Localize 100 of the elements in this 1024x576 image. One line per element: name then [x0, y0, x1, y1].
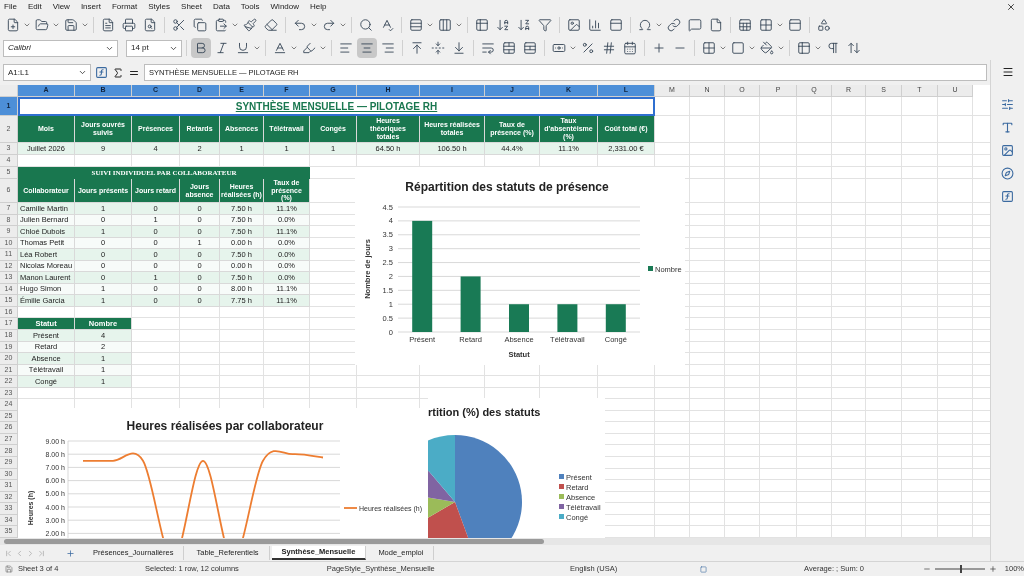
- pivot-table-icon: [609, 18, 623, 32]
- chart-title: rtition (%) des statuts: [428, 406, 541, 418]
- bar: [460, 276, 481, 332]
- caret-icon: [655, 21, 663, 29]
- sort-ascending-icon: [496, 18, 510, 32]
- caret-icon: [78, 68, 87, 77]
- print-icon: [122, 18, 136, 32]
- save-icon: [64, 18, 78, 32]
- align-bottom-icon: [452, 41, 466, 55]
- freeze-rows-icon: [738, 18, 752, 32]
- caret-icon: [748, 44, 756, 52]
- redo-icon: [322, 18, 336, 32]
- comment-icon: [688, 18, 702, 32]
- columns-icon: [438, 18, 452, 32]
- caret-icon: [719, 44, 727, 52]
- undo-icon: [293, 18, 307, 32]
- currency-icon: [552, 41, 566, 55]
- image-icon: [567, 18, 581, 32]
- zoom-thumb[interactable]: [960, 565, 963, 573]
- font-color-icon: [273, 41, 287, 55]
- chart-title: Répartition des statuts de présence: [405, 180, 609, 194]
- header-footer-icon: [788, 18, 802, 32]
- clone-formatting-icon: [243, 18, 257, 32]
- print-preview-icon: [143, 18, 157, 32]
- caret-icon: [310, 21, 318, 29]
- center-vertically-icon: [431, 41, 445, 55]
- navigator-icon[interactable]: [1001, 167, 1014, 180]
- menu-item[interactable]: Styles: [148, 1, 171, 13]
- shapes-icon: [817, 18, 831, 32]
- menu-item[interactable]: Tools: [240, 1, 260, 13]
- close-icon[interactable]: [1006, 2, 1016, 12]
- search-icon: [359, 18, 373, 32]
- split-window-icon: [759, 18, 773, 32]
- caret-icon: [290, 44, 298, 52]
- sum-icon[interactable]: [112, 66, 124, 79]
- caret-icon: [23, 21, 31, 29]
- paste-icon: [214, 18, 228, 32]
- cell-reference-field[interactable]: A1:L1: [3, 64, 91, 81]
- selection-mode-icon: [699, 565, 709, 573]
- properties-icon[interactable]: [1001, 98, 1014, 111]
- caret-icon: [777, 44, 785, 52]
- special-character-icon: [638, 18, 652, 32]
- caret-icon: [569, 44, 577, 52]
- clear-formatting-icon: [264, 18, 278, 32]
- borders-icon: [702, 41, 716, 55]
- save-status-icon: [5, 565, 13, 573]
- new-document-icon: [6, 18, 20, 32]
- caret-icon: [81, 21, 89, 29]
- function-wizard-icon[interactable]: [95, 66, 108, 79]
- menu-item[interactable]: Data: [212, 1, 230, 13]
- caret-icon: [814, 44, 822, 52]
- caret-icon: [339, 21, 347, 29]
- text-direction-icon: [826, 41, 840, 55]
- caret-icon: [52, 21, 60, 29]
- menu-item[interactable]: Insert: [80, 1, 101, 13]
- font-size-field[interactable]: 14 pt: [126, 39, 182, 57]
- sheet-title: SYNTHÈSE MENSUELLE — PILOTAGE RH: [18, 97, 655, 116]
- date-icon: [623, 41, 637, 55]
- horizontal-scrollbar[interactable]: [4, 539, 544, 544]
- vertical-text-icon: [847, 41, 861, 55]
- menu-icon[interactable]: [1001, 66, 1014, 78]
- underline-icon: [236, 41, 250, 55]
- border-style-icon: [731, 41, 745, 55]
- italic-icon: [215, 41, 229, 55]
- align-right-icon: [381, 41, 395, 55]
- bar: [605, 304, 626, 332]
- caret-icon: [231, 21, 239, 29]
- rows-icon: [409, 18, 423, 32]
- chart-icon: [588, 18, 602, 32]
- bar: [509, 304, 529, 332]
- gallery-icon[interactable]: [1001, 144, 1014, 157]
- zoom-in-icon[interactable]: [988, 565, 997, 573]
- export-pdf-icon: [101, 18, 115, 32]
- menu-item[interactable]: Window: [270, 1, 299, 13]
- functions-icon[interactable]: [1001, 190, 1014, 203]
- align-center-button[interactable]: [357, 38, 377, 58]
- align-left-icon: [339, 41, 353, 55]
- font-name-field[interactable]: Calibri: [3, 39, 118, 57]
- menu-item[interactable]: Sheet: [181, 1, 202, 13]
- caret-icon: [776, 21, 784, 29]
- link-button[interactable]: [664, 15, 684, 35]
- caret-icon: [426, 21, 434, 29]
- merge-cells-icon: [502, 41, 516, 55]
- wrap-text-icon: [481, 41, 495, 55]
- bar: [557, 304, 578, 332]
- bold-button[interactable]: [191, 38, 211, 58]
- chart-title: Heures réalisées par collaborateur: [126, 419, 324, 433]
- add-sheet-icon[interactable]: [66, 548, 75, 558]
- spellcheck-icon: [380, 18, 394, 32]
- bold-icon: [194, 41, 208, 55]
- legend-swatch: [559, 494, 564, 499]
- menu-item[interactable]: File: [4, 1, 17, 13]
- menu-item[interactable]: Help: [310, 1, 327, 13]
- align-center-icon: [360, 41, 374, 55]
- table-icon: [475, 18, 489, 32]
- styles-icon[interactable]: [1001, 121, 1014, 134]
- caret-icon: [319, 44, 327, 52]
- menu-item[interactable]: Format: [111, 1, 138, 13]
- menu-item[interactable]: View: [52, 1, 70, 13]
- menu-item[interactable]: Edit: [27, 1, 42, 13]
